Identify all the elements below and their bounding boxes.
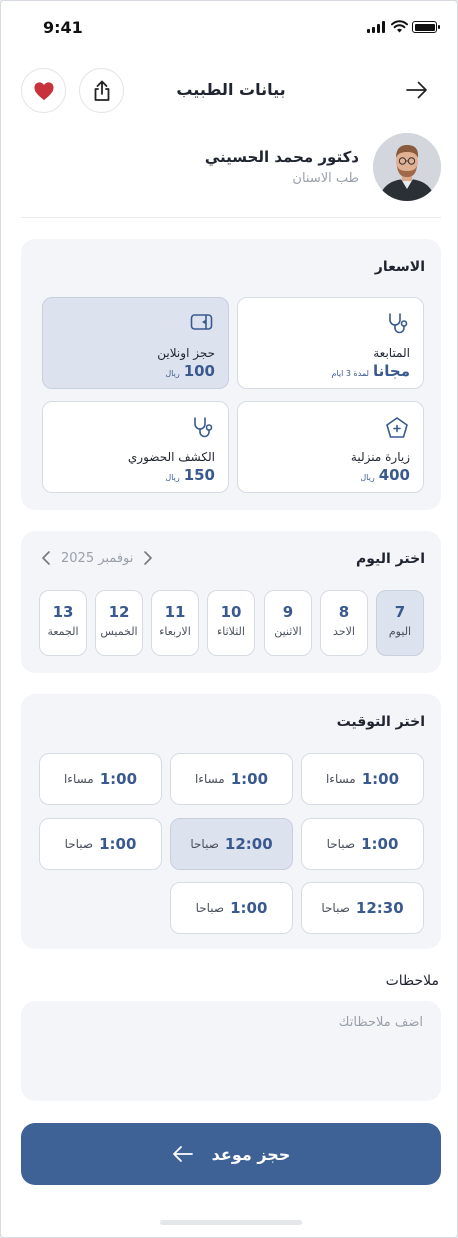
month-selector: نوفمبر 2025 — [41, 550, 153, 566]
slot-period: مساءا — [325, 772, 356, 786]
chevron-right-icon[interactable] — [143, 550, 153, 566]
chevron-left-icon[interactable] — [41, 550, 51, 566]
time-slot[interactable]: 1:00 مساءا — [39, 753, 162, 805]
day-item[interactable]: 11 الاربعاء — [151, 590, 199, 656]
phone-screen: 9:41 بيانات الطبيب دكتور محمد الحسيني طب… — [0, 0, 458, 1238]
slot-time: 1:00 — [361, 770, 400, 788]
slot-time: 1:00 — [99, 835, 137, 853]
divider — [21, 217, 441, 218]
day-label: الخميس — [100, 625, 138, 638]
day-item[interactable]: 13 الجمعة — [39, 590, 87, 656]
day-label: الاثنين — [274, 625, 302, 638]
day-number: 8 — [338, 603, 350, 621]
home-indicator — [160, 1220, 302, 1225]
time-slot[interactable]: 12:00 صباحا — [170, 818, 293, 870]
price-option-online[interactable]: حجز اونلاين 100 ريال — [42, 297, 229, 389]
share-button[interactable] — [79, 68, 124, 113]
price-option-in-person[interactable]: الكشف الحضوري 150 ريال — [42, 401, 229, 493]
battery-icon — [412, 21, 440, 33]
wifi-icon — [391, 18, 408, 37]
stethoscope-icon — [389, 313, 408, 334]
price-value: 150 — [183, 466, 215, 484]
price-label: حجز اونلاين — [157, 346, 215, 360]
time-picker-title: اختر التوقيت — [336, 714, 425, 730]
video-icon — [190, 314, 213, 330]
day-item[interactable]: 10 الثلاثاء — [207, 590, 255, 656]
status-time: 9:41 — [43, 18, 83, 37]
time-slot[interactable]: 1:00 صباحا — [39, 818, 162, 870]
price-option-home-visit[interactable]: زيارة منزلية 400 ريال — [237, 401, 424, 493]
day-label: الاربعاء — [159, 625, 191, 638]
book-button-label: حجز موعد — [211, 1144, 291, 1164]
price-value: 100 — [183, 362, 215, 380]
slot-period: صباحا — [64, 837, 94, 851]
notes-label: ملاحظات — [385, 973, 439, 989]
price-value: مجانا — [373, 362, 410, 380]
day-item[interactable]: 8 الاحد — [320, 590, 368, 656]
notes-input[interactable] — [21, 1001, 441, 1101]
day-label: الثلاثاء — [217, 625, 245, 638]
slot-time: 12:30 — [355, 899, 404, 917]
favorite-button[interactable] — [21, 68, 66, 113]
price-label: زيارة منزلية — [350, 450, 410, 464]
price-currency: ريال — [165, 473, 180, 482]
price-option-followup[interactable]: المتابعة مجانا لمدة 3 ايام — [237, 297, 424, 389]
share-icon — [94, 80, 109, 101]
price-currency: ريال — [165, 369, 180, 378]
day-label: اليوم — [388, 625, 412, 638]
prices-card: الاسعار المتابعة مجانا لمدة 3 ايام حجز ا… — [21, 239, 441, 510]
doctor-name: دكتور محمد الحسيني — [204, 148, 359, 166]
time-slot[interactable]: 1:00 مساءا — [301, 753, 424, 805]
day-number: 13 — [52, 603, 74, 621]
day-picker-title: اختر اليوم — [356, 551, 425, 567]
page-title: بيانات الطبيب — [176, 80, 286, 99]
day-label: الجمعة — [47, 625, 79, 638]
month-label: نوفمبر 2025 — [61, 550, 134, 566]
time-slot[interactable]: 12:30 صباحا — [301, 882, 424, 934]
time-slot[interactable]: 1:00 صباحا — [170, 882, 293, 934]
arrow-left-icon — [172, 1146, 193, 1162]
day-item[interactable]: 7 اليوم — [376, 590, 424, 656]
signal-icon — [367, 20, 386, 33]
price-note: لمدة 3 ايام — [331, 369, 369, 378]
doctor-avatar — [373, 133, 441, 201]
prices-title: الاسعار — [374, 259, 425, 275]
slot-period: صباحا — [190, 837, 219, 851]
time-slot[interactable]: 1:00 صباحا — [301, 818, 424, 870]
price-currency: ريال — [360, 473, 375, 482]
day-number: 12 — [108, 603, 130, 621]
price-label: الكشف الحضوري — [127, 450, 215, 464]
day-number: 11 — [164, 603, 186, 621]
slot-time: 12:00 — [224, 835, 273, 853]
price-label: المتابعة — [373, 346, 410, 360]
time-slot[interactable]: 1:00 مساءا — [170, 753, 293, 805]
arrow-right-icon — [406, 81, 427, 99]
slot-time: 1:00 — [99, 770, 138, 788]
day-number: 10 — [220, 603, 242, 621]
day-item[interactable]: 9 الاثنين — [264, 590, 312, 656]
slot-period: صباحا — [321, 901, 350, 915]
slot-period: مساءا — [63, 772, 94, 786]
back-button[interactable] — [405, 79, 429, 105]
day-label: الاحد — [333, 625, 355, 638]
book-appointment-button[interactable]: حجز موعد — [21, 1123, 441, 1185]
slot-period: صباحا — [195, 901, 225, 915]
stethoscope-icon — [194, 417, 213, 438]
day-number: 7 — [394, 603, 406, 621]
slot-time: 1:00 — [230, 899, 268, 917]
doctor-specialty: طب الاسنان — [292, 171, 359, 186]
slot-period: صباحا — [326, 837, 356, 851]
slot-time: 1:00 — [230, 770, 269, 788]
day-item[interactable]: 12 الخميس — [95, 590, 143, 656]
day-number: 9 — [282, 603, 294, 621]
home-visit-icon — [386, 417, 408, 438]
slot-period: مساءا — [194, 772, 225, 786]
slot-time: 1:00 — [361, 835, 399, 853]
price-value: 400 — [378, 466, 410, 484]
heart-icon — [33, 81, 54, 100]
